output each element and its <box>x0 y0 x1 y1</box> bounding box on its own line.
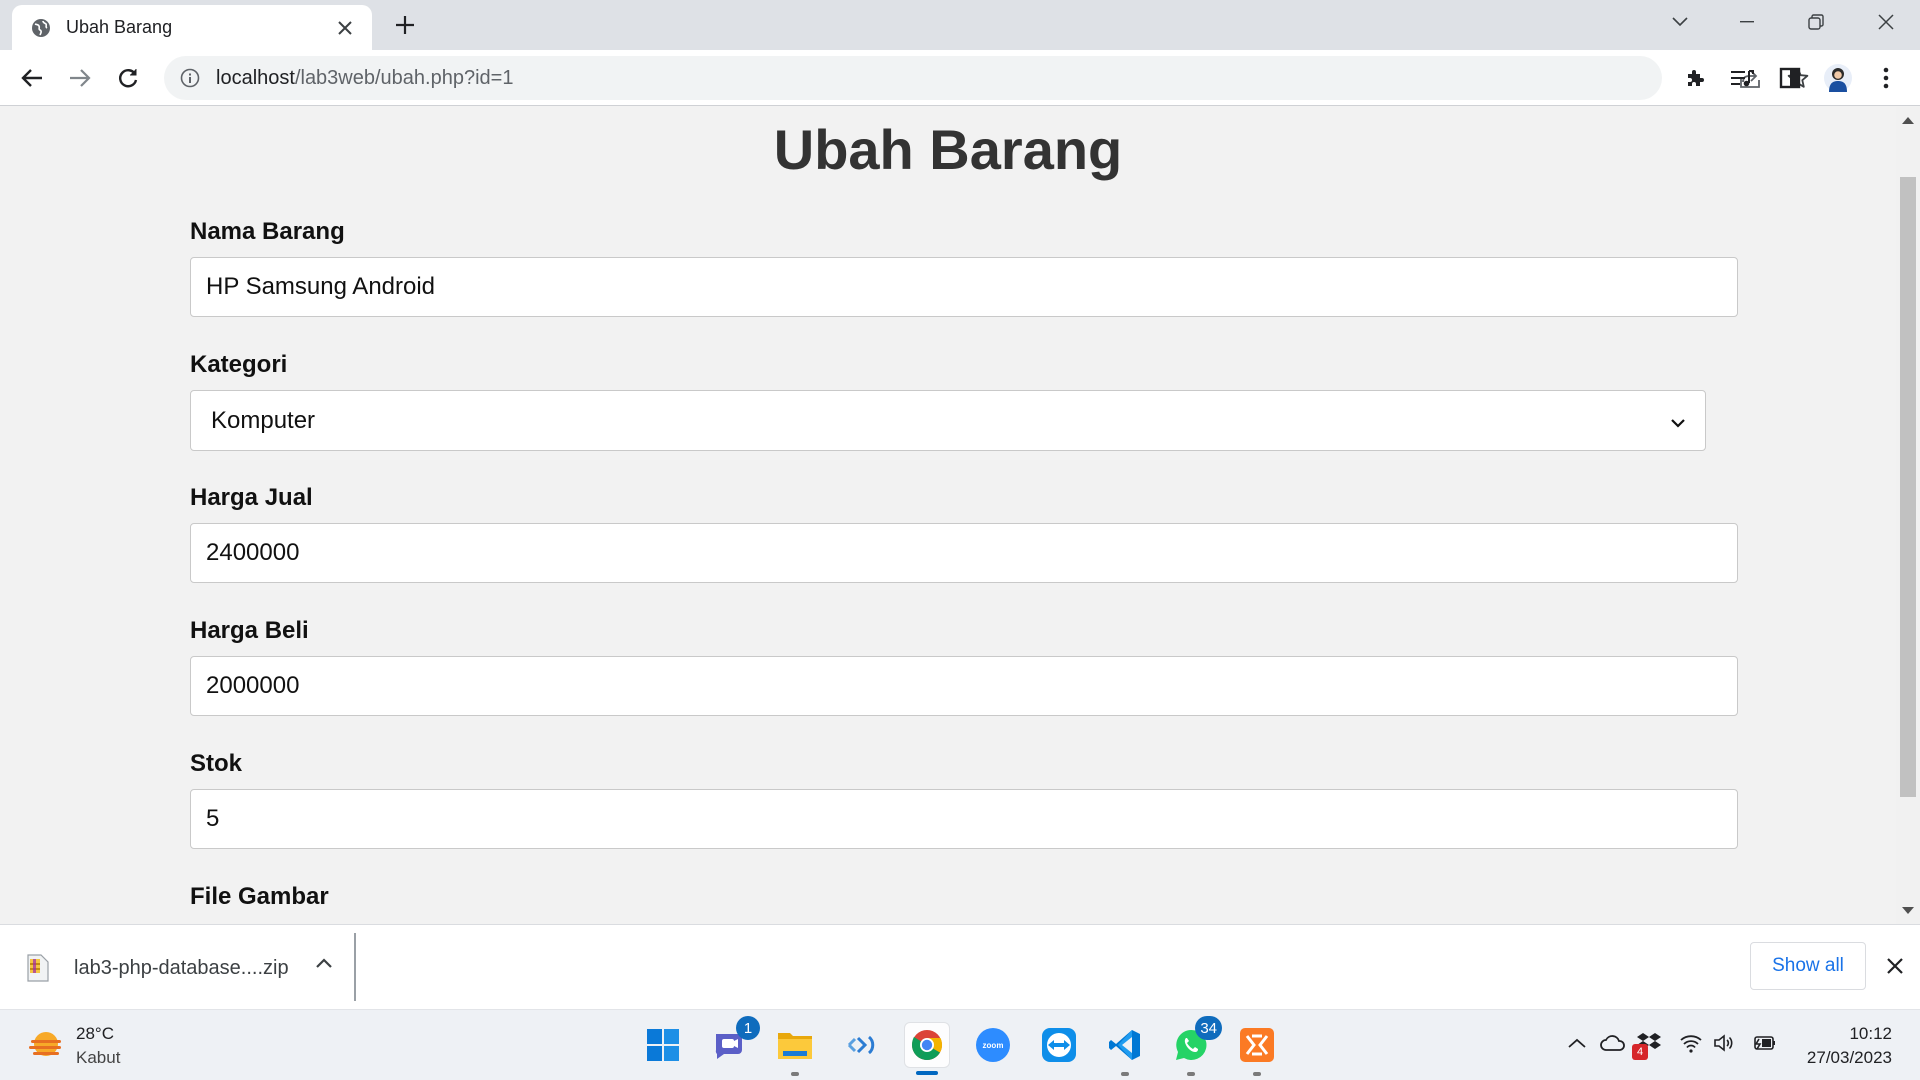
harga-jual-input[interactable] <box>190 523 1738 583</box>
field-kategori: Kategori Komputer <box>190 350 1738 483</box>
stok-label: Stok <box>190 750 243 777</box>
dropbox-icon[interactable]: 4 <box>1632 1028 1664 1060</box>
kategori-selected-value: Komputer <box>211 406 316 434</box>
taskbar-teamviewer[interactable] <box>1036 1022 1082 1068</box>
edit-item-form: Nama Barang Kategori Komputer Harga Jual… <box>190 217 1738 924</box>
kategori-label: Kategori <box>190 351 288 378</box>
clock-date: 27/03/2023 <box>1806 1048 1892 1067</box>
vs-installer-icon <box>847 1035 875 1055</box>
scrollbar-thumb[interactable] <box>1900 177 1916 797</box>
site-info-icon[interactable] <box>178 66 202 90</box>
restore-icon[interactable] <box>1796 6 1836 38</box>
reload-icon[interactable] <box>110 60 146 96</box>
nama-barang-label: Nama Barang <box>190 218 345 245</box>
taskbar-visual-studio-installer[interactable] <box>838 1022 884 1068</box>
taskbar-vscode[interactable] <box>1102 1022 1148 1076</box>
close-window-icon[interactable] <box>1866 6 1906 38</box>
running-indicator <box>1253 1072 1261 1076</box>
taskbar-xampp[interactable] <box>1234 1022 1280 1076</box>
weather-widget[interactable]: 28°C Kabut <box>28 1022 120 1070</box>
folder-icon <box>778 1033 812 1059</box>
field-harga-beli: Harga Beli <box>190 616 1738 749</box>
show-all-button[interactable]: Show all <box>1750 942 1866 990</box>
side-panel-icon[interactable] <box>1774 62 1806 94</box>
tray-notification-badge: 4 <box>1632 1044 1648 1060</box>
field-file-gambar: File Gambar <box>190 882 1738 924</box>
forward-icon[interactable] <box>62 60 98 96</box>
harga-beli-label: Harga Beli <box>190 617 309 644</box>
onedrive-cloud-icon[interactable] <box>1598 1028 1628 1058</box>
page-scrollbar[interactable] <box>1896 107 1920 924</box>
taskbar-zoom[interactable]: zoom <box>970 1022 1016 1068</box>
download-bar: lab3-php-database....zip Show all <box>0 924 1920 1009</box>
taskbar-file-explorer[interactable] <box>772 1022 818 1076</box>
chrome-icon <box>912 1030 942 1061</box>
clock-time: 10:12 <box>1849 1024 1892 1043</box>
harga-jual-label: Harga Jual <box>190 484 313 511</box>
download-item[interactable]: lab3-php-database....zip <box>26 945 289 991</box>
page-title: Ubah Barang <box>773 118 1123 181</box>
download-file-name: lab3-php-database....zip <box>74 956 289 979</box>
show-hidden-icons-chevron-icon[interactable] <box>1562 1028 1592 1058</box>
close-tab-icon[interactable] <box>332 15 358 41</box>
taskbar-chrome[interactable] <box>904 1022 950 1075</box>
svg-text:zoom: zoom <box>983 1041 1004 1050</box>
wifi-icon[interactable] <box>1676 1028 1706 1058</box>
active-app-indicator <box>916 1071 938 1075</box>
scroll-up-arrow-icon[interactable] <box>1902 117 1914 124</box>
nama-barang-input[interactable] <box>190 257 1738 317</box>
globe-icon <box>30 17 52 39</box>
profile-avatar[interactable] <box>1822 62 1854 94</box>
chevron-up-icon[interactable] <box>310 949 338 977</box>
volume-icon[interactable] <box>1710 1028 1740 1058</box>
running-indicator <box>1187 1072 1195 1076</box>
close-download-bar-icon[interactable] <box>1880 951 1910 981</box>
field-stok: Stok <box>190 749 1738 882</box>
running-indicator <box>1121 1072 1129 1076</box>
stok-input[interactable] <box>190 789 1738 849</box>
url-text: localhost/lab3web/ubah.php?id=1 <box>216 67 513 90</box>
download-divider <box>354 933 356 1001</box>
teams-notification-badge: 1 <box>736 1016 760 1040</box>
harga-beli-input[interactable] <box>190 656 1738 716</box>
taskbar-whatsapp[interactable]: 34 <box>1168 1016 1222 1076</box>
field-nama-barang: Nama Barang <box>190 217 1738 350</box>
battery-charging-icon[interactable] <box>1748 1028 1778 1058</box>
minimize-icon[interactable] <box>1727 6 1767 38</box>
media-control-icon[interactable] <box>1726 62 1758 94</box>
address-bar[interactable]: localhost/lab3web/ubah.php?id=1 <box>164 56 1809 100</box>
xampp-icon <box>1240 1028 1274 1062</box>
back-icon[interactable] <box>14 60 50 96</box>
windows-logo-icon <box>647 1029 679 1061</box>
whatsapp-notification-badge: 34 <box>1195 1016 1222 1040</box>
fog-weather-icon <box>29 1032 61 1056</box>
tab-title: Ubah Barang <box>66 17 173 37</box>
browser-toolbar: localhost/lab3web/ubah.php?id=1 <box>0 50 1920 106</box>
kategori-select[interactable]: Komputer <box>190 390 1706 451</box>
extensions-icon[interactable] <box>1680 62 1712 94</box>
weather-description: Kabut <box>76 1048 121 1067</box>
tab-search-icon[interactable] <box>1660 6 1700 38</box>
chevron-down-icon <box>1671 407 1685 435</box>
zoom-icon: zoom <box>976 1028 1010 1062</box>
taskbar-teams-chat[interactable]: 1 <box>706 1016 760 1068</box>
menu-kebab-icon[interactable] <box>1870 62 1902 94</box>
field-harga-jual: Harga Jual <box>190 483 1738 616</box>
weather-temperature: 28°C <box>76 1024 114 1043</box>
system-clock[interactable]: 10:12 27/03/2023 <box>1796 1022 1892 1070</box>
page-viewport: Ubah Barang Nama Barang Kategori Kompute… <box>0 107 1896 924</box>
scroll-down-arrow-icon[interactable] <box>1902 907 1914 914</box>
windows-taskbar: 28°C Kabut 1 zoom 34 4 10:12 27/03/2023 <box>0 1009 1920 1080</box>
url-host: localhost <box>216 66 295 89</box>
browser-tab[interactable]: Ubah Barang <box>12 5 372 50</box>
vscode-icon <box>1109 1030 1140 1060</box>
start-button[interactable] <box>640 1022 686 1068</box>
zip-file-icon <box>27 954 49 982</box>
tab-strip: Ubah Barang <box>0 0 1920 50</box>
new-tab-button[interactable] <box>390 10 420 40</box>
file-gambar-label: File Gambar <box>190 883 329 910</box>
teamviewer-icon <box>1042 1028 1076 1062</box>
url-path: /lab3web/ubah.php?id=1 <box>294 66 514 89</box>
running-indicator <box>791 1072 799 1076</box>
